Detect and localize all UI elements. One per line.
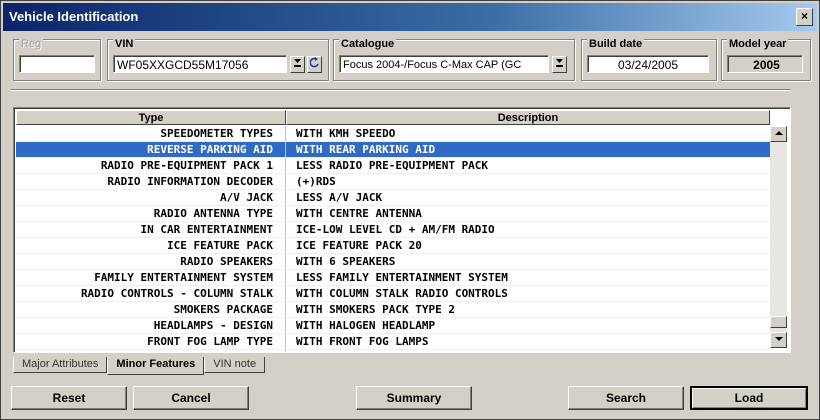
scroll-thumb[interactable] bbox=[770, 316, 787, 328]
down-arrow-icon bbox=[294, 59, 301, 67]
table-row[interactable]: RADIO CONTROLS - COLUMN STALK WITH COLUMN… bbox=[16, 286, 770, 302]
grid-header: Type Description bbox=[16, 110, 770, 126]
table-row[interactable]: ICE FEATURE PACK ICE FEATURE PACK 20 bbox=[16, 238, 770, 254]
row-type: SPEEDOMETER TYPES bbox=[16, 126, 286, 141]
row-description: ICE-LOW LEVEL CD + AM/FM RADIO bbox=[296, 223, 495, 236]
catalogue-group: Catalogue Focus 2004-/Focus C-Max CAP (G… bbox=[333, 38, 575, 81]
table-row[interactable]: FRONT FOG LAMP TYPE WITH FRONT FOG LAMPS bbox=[16, 334, 770, 350]
search-button[interactable]: Search bbox=[568, 386, 684, 410]
catalogue-dropdown-button[interactable] bbox=[552, 56, 567, 73]
build-date-field[interactable]: 03/24/2005 bbox=[587, 55, 709, 73]
scroll-up-button[interactable] bbox=[770, 126, 787, 142]
table-row[interactable]: FAMILY ENTERTAINMENT SYSTEM LESS FAMILY E… bbox=[16, 270, 770, 286]
reg-group: Reg bbox=[13, 38, 101, 81]
close-icon[interactable]: × bbox=[796, 8, 813, 26]
row-type: RADIO CONTROLS - COLUMN STALK bbox=[16, 286, 286, 301]
row-type: SMOKERS PACKAGE bbox=[16, 302, 286, 317]
load-button[interactable]: Load bbox=[690, 386, 808, 410]
row-type: HEADLAMP CONTROL bbox=[16, 350, 286, 352]
row-description: WITH COLUMN STALK RADIO CONTROLS bbox=[296, 287, 508, 300]
row-description: WITH HALOGEN HEADLAMP bbox=[296, 319, 436, 332]
row-description: WITH 6 SPEAKERS bbox=[296, 255, 396, 268]
build-date-group: Build date 03/24/2005 bbox=[581, 38, 717, 81]
row-type: RADIO INFORMATION DECODER bbox=[16, 174, 286, 189]
row-description: WITH REAR PARKING AID bbox=[296, 143, 436, 156]
cancel-button[interactable]: Cancel bbox=[133, 386, 249, 410]
vehicle-identification-window: Vehicle Identification × Reg VIN WF05XXG… bbox=[0, 0, 820, 420]
row-type: FRONT FOG LAMP TYPE bbox=[16, 334, 286, 349]
table-row[interactable]: A/V JACK LESS A/V JACK bbox=[16, 190, 770, 206]
row-type: IN CAR ENTERTAINMENT bbox=[16, 222, 286, 237]
table-row[interactable]: REVERSE PARKING AID WITH REAR PARKING AID bbox=[16, 142, 770, 158]
table-row[interactable]: RADIO PRE-EQUIPMENT PACK 1 LESS RADIO PRE… bbox=[16, 158, 770, 174]
row-description: LESS FAMILY ENTERTAINMENT SYSTEM bbox=[296, 271, 508, 284]
row-description: LESS HEADLAMP CONTROL bbox=[286, 350, 770, 352]
tab-strip: Major Attributes Minor Features VIN note bbox=[13, 357, 266, 375]
reg-input[interactable] bbox=[19, 55, 95, 73]
column-header-description[interactable]: Description bbox=[286, 110, 770, 125]
table-row[interactable]: HEADLAMP CONTROLLESS HEADLAMP CONTROL bbox=[16, 350, 770, 352]
tab-minor-features[interactable]: Minor Features bbox=[107, 357, 205, 375]
row-description: WITH FRONT FOG LAMPS bbox=[296, 335, 429, 348]
refresh-icon bbox=[308, 57, 319, 68]
vin-dropdown-button[interactable] bbox=[290, 56, 305, 73]
table-row[interactable]: RADIO SPEAKERS WITH 6 SPEAKERS bbox=[16, 254, 770, 270]
tab-major-attributes[interactable]: Major Attributes bbox=[13, 357, 108, 373]
row-description: LESS A/V JACK bbox=[296, 191, 383, 204]
table-row[interactable]: RADIO ANTENNA TYPE WITH CENTRE ANTENNA bbox=[16, 206, 770, 222]
vin-input[interactable]: WF05XXGCD55M17056 bbox=[113, 55, 287, 73]
up-arrow-icon bbox=[774, 131, 783, 135]
row-description: (+)RDS bbox=[296, 175, 336, 188]
summary-button[interactable]: Summary bbox=[356, 386, 472, 410]
reg-label: Reg bbox=[19, 38, 44, 50]
model-year-field: 2005 bbox=[727, 55, 803, 73]
vin-label: VIN bbox=[113, 38, 136, 50]
down-arrow-icon bbox=[774, 337, 783, 341]
vin-group: VIN WF05XXGCD55M17056 bbox=[107, 38, 329, 81]
reset-button[interactable]: Reset bbox=[11, 386, 127, 410]
row-type: REVERSE PARKING AID bbox=[16, 142, 286, 157]
table-row[interactable]: SPEEDOMETER TYPES WITH KMH SPEEDO bbox=[16, 126, 770, 142]
row-type: A/V JACK bbox=[16, 190, 286, 205]
row-type: RADIO SPEAKERS bbox=[16, 254, 286, 269]
separator bbox=[11, 89, 791, 91]
table-row[interactable]: RADIO INFORMATION DECODER (+)RDS bbox=[16, 174, 770, 190]
vertical-scrollbar[interactable] bbox=[770, 126, 787, 348]
column-header-type[interactable]: Type bbox=[16, 110, 286, 125]
row-type: RADIO ANTENNA TYPE bbox=[16, 206, 286, 221]
tab-vin-note[interactable]: VIN note bbox=[204, 357, 266, 373]
build-date-label: Build date bbox=[587, 38, 645, 50]
row-description: WITH SMOKERS PACK TYPE 2 bbox=[296, 303, 455, 316]
grid-rows: SPEEDOMETER TYPES WITH KMH SPEEDO REVERSE … bbox=[16, 126, 770, 352]
model-year-group: Model year 2005 bbox=[721, 38, 811, 81]
down-arrow-icon bbox=[556, 59, 563, 67]
scroll-down-button[interactable] bbox=[770, 332, 787, 348]
row-description: ICE FEATURE PACK 20 bbox=[296, 239, 422, 252]
row-description: WITH CENTRE ANTENNA bbox=[296, 207, 422, 220]
features-grid: Type Description SPEEDOMETER TYPES WITH K… bbox=[13, 107, 791, 353]
row-description: LESS RADIO PRE-EQUIPMENT PACK bbox=[296, 159, 489, 172]
table-row[interactable]: HEADLAMPS - DESIGN WITH HALOGEN HEADLAMP bbox=[16, 318, 770, 334]
row-type: HEADLAMPS - DESIGN bbox=[16, 318, 286, 333]
title-bar: Vehicle Identification × bbox=[3, 3, 817, 31]
window-title: Vehicle Identification bbox=[9, 9, 139, 24]
row-type: RADIO PRE-EQUIPMENT PACK 1 bbox=[16, 158, 286, 173]
catalogue-label: Catalogue bbox=[339, 38, 397, 50]
table-row[interactable]: SMOKERS PACKAGE WITH SMOKERS PACK TYPE 2 bbox=[16, 302, 770, 318]
model-year-label: Model year bbox=[727, 38, 789, 50]
row-type: FAMILY ENTERTAINMENT SYSTEM bbox=[16, 270, 286, 285]
row-type: ICE FEATURE PACK bbox=[16, 238, 286, 253]
catalogue-select[interactable]: Focus 2004-/Focus C-Max CAP (GC bbox=[339, 55, 549, 73]
vin-refresh-button[interactable] bbox=[307, 56, 322, 73]
row-description: WITH KMH SPEEDO bbox=[296, 127, 396, 140]
table-row[interactable]: IN CAR ENTERTAINMENT ICE-LOW LEVEL CD + A… bbox=[16, 222, 770, 238]
